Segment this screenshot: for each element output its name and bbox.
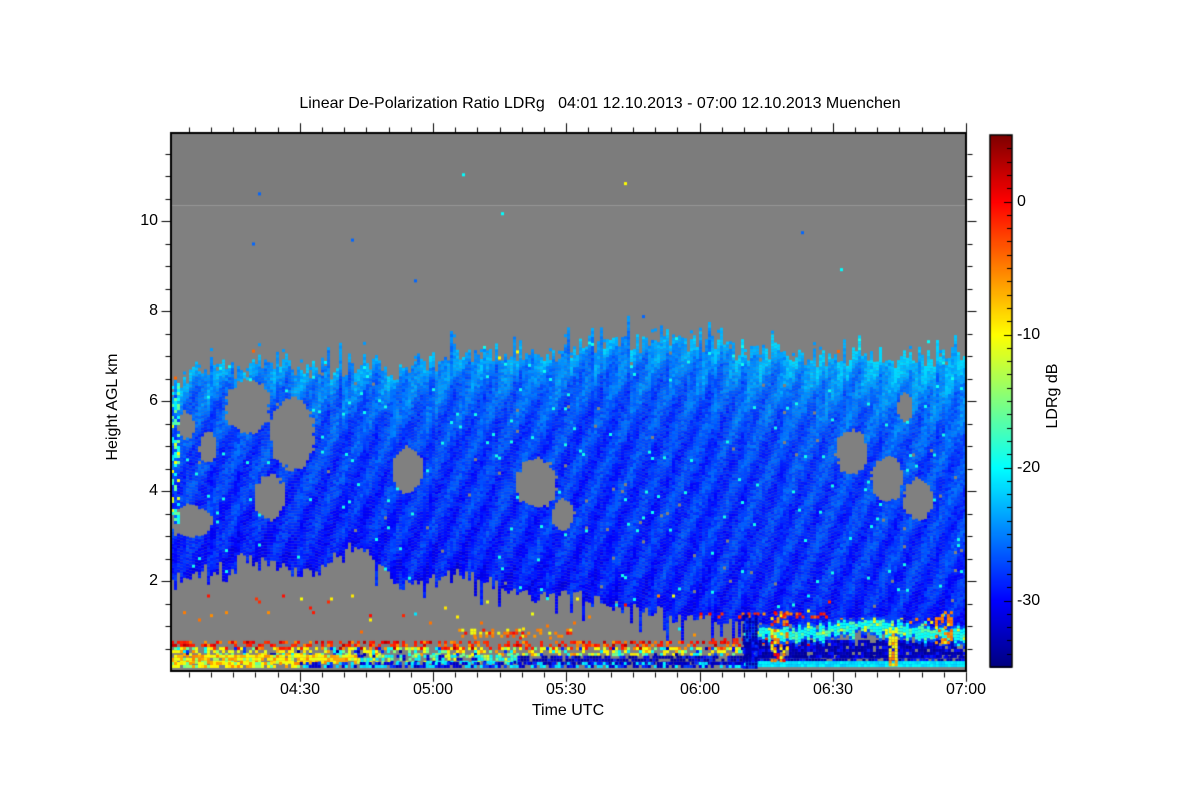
x-axis-label: Time UTC [531, 702, 605, 719]
colorbar-tick-label: -30 [1017, 592, 1041, 609]
colorbar-tick-label: -20 [1017, 459, 1041, 476]
colorbar-tick-label: -10 [1017, 326, 1041, 343]
y-tick-label: 2 [149, 572, 158, 589]
chart-title: Linear De-Polarization Ratio LDRg 04:01 … [299, 95, 901, 112]
x-tick-label: 07:00 [945, 681, 987, 698]
y-tick-label: 8 [149, 302, 158, 319]
x-tick-label: 06:00 [679, 681, 721, 698]
x-tick-label: 06:30 [812, 681, 854, 698]
x-tick-label: 05:30 [545, 681, 587, 698]
x-tick-label: 05:00 [412, 681, 454, 698]
y-tick-label: 10 [140, 212, 158, 229]
y-tick-label: 4 [149, 482, 158, 499]
x-tick-label: 04:30 [279, 681, 321, 698]
heatmap-canvas [0, 0, 1200, 800]
ldr-time-height-plot: Linear De-Polarization Ratio LDRg 04:01 … [0, 0, 1200, 800]
y-tick-label: 6 [149, 392, 158, 409]
colorbar-tick-label: 0 [1017, 193, 1026, 210]
